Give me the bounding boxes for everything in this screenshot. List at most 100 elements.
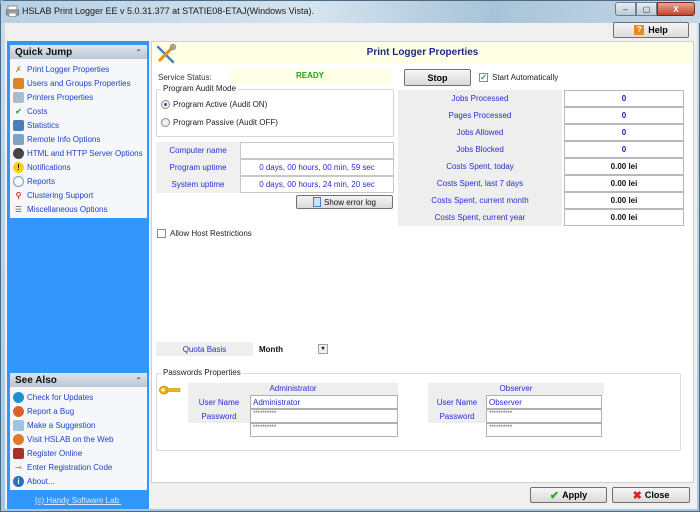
- html-icon: [13, 147, 24, 159]
- checkbox-checked-icon[interactable]: ✓: [479, 73, 488, 82]
- sidebar-item-print-logger-properties[interactable]: ✗ Print Logger Properties: [13, 62, 147, 76]
- admin-password-input[interactable]: **********: [250, 409, 398, 423]
- see-also-report-a-bug[interactable]: Report a Bug: [13, 404, 147, 418]
- clustering-icon: ⚲: [15, 190, 22, 200]
- costs-check-icon: ✔: [15, 106, 22, 116]
- stat-label: Costs Spent, current month: [398, 192, 562, 209]
- stat-row: Jobs Processed 0: [398, 90, 685, 107]
- see-also-visit-hslab-web[interactable]: Visit HSLAB on the Web: [13, 432, 147, 446]
- quick-jump-header[interactable]: Quick Jump ⌃: [10, 45, 147, 59]
- show-error-log-label: Show error log: [323, 197, 377, 207]
- document-icon: [312, 197, 321, 207]
- program-uptime-value: 0 days, 00 hours, 00 min, 59 sec: [240, 159, 394, 176]
- printer-app-icon: [6, 5, 19, 17]
- misc-icon: ☰: [14, 204, 23, 214]
- close-button[interactable]: ✖ Close: [612, 487, 690, 503]
- sidebar-item-reports[interactable]: Reports: [13, 174, 147, 188]
- see-also-header[interactable]: See Also ⌃: [10, 373, 147, 387]
- apply-label: Apply: [562, 490, 588, 500]
- sidebar-item-label: HTML and HTTP Server Options: [27, 148, 143, 158]
- blank-label: [428, 423, 486, 437]
- app-window: HSLAB Print Logger EE v 5.0.31.377 at ST…: [0, 0, 700, 512]
- observer-header: Observer: [428, 383, 604, 395]
- apply-button[interactable]: ✔ Apply: [530, 487, 607, 503]
- chevron-down-icon[interactable]: ▾: [318, 344, 328, 354]
- toolbar: ? Help: [5, 22, 697, 39]
- quick-jump-panel: Quick Jump ⌃ ✗ Print Logger Properties Us…: [10, 45, 147, 218]
- radio-selected[interactable]: [161, 100, 170, 109]
- stat-label: Costs Spent, current year: [398, 209, 562, 226]
- password-label: Password: [428, 409, 486, 423]
- jobs-allowed-value: 0: [564, 124, 684, 141]
- stop-button[interactable]: Stop: [404, 69, 471, 86]
- observer-password-input[interactable]: **********: [486, 409, 602, 423]
- sidebar-item-label: Reports: [27, 176, 56, 186]
- administrator-header: Administrator: [188, 383, 398, 395]
- tools-icon: ✗: [15, 64, 22, 74]
- info-row-computer-name: Computer name: [156, 142, 394, 159]
- see-also-label: Enter Registration Code: [27, 462, 113, 472]
- window-close-button[interactable]: X: [657, 2, 695, 16]
- admin-password-confirm-input[interactable]: **********: [250, 423, 398, 437]
- sidebar-item-html-http-server[interactable]: HTML and HTTP Server Options: [13, 146, 147, 160]
- stat-row: Costs Spent, current year 0.00 lei: [398, 209, 685, 226]
- register-icon: [13, 447, 24, 459]
- help-icon: ?: [634, 25, 645, 35]
- start-automatically-label: Start Automatically: [492, 73, 559, 82]
- quota-basis-select[interactable]: Month ▾: [253, 342, 330, 356]
- see-also-about[interactable]: i About...: [13, 474, 147, 488]
- sidebar-item-printers-properties[interactable]: Printers Properties: [13, 90, 147, 104]
- observer-username-input[interactable]: Observer: [486, 395, 602, 409]
- see-also-check-for-updates[interactable]: Check for Updates: [13, 390, 147, 404]
- see-also-list: Check for Updates Report a Bug Make a Su…: [10, 387, 147, 490]
- stat-label: Costs Spent, today: [398, 158, 562, 175]
- sidebar-item-users-and-groups[interactable]: Users and Groups Properties: [13, 76, 147, 90]
- user-name-label: User Name: [188, 395, 250, 409]
- sidebar-item-label: Costs: [27, 106, 48, 116]
- title-bar[interactable]: HSLAB Print Logger EE v 5.0.31.377 at ST…: [1, 1, 700, 23]
- info-row-program-uptime: Program uptime 0 days, 00 hours, 00 min,…: [156, 159, 394, 176]
- costs-year-value: 0.00 lei: [564, 209, 684, 226]
- allow-host-restrictions-label: Allow Host Restrictions: [170, 229, 252, 238]
- quota-basis-label: Quota Basis: [156, 342, 253, 356]
- help-button[interactable]: ? Help: [613, 22, 689, 38]
- see-also-label: Make a Suggestion: [27, 420, 96, 430]
- blank-label: [188, 423, 250, 437]
- globe-icon: [13, 391, 24, 403]
- quick-jump-list: ✗ Print Logger Properties Users and Group…: [10, 59, 147, 218]
- audit-passive-radio[interactable]: Program Passive (Audit OFF): [161, 118, 278, 127]
- see-also-register-online[interactable]: Register Online: [13, 446, 147, 460]
- costs-today-value: 0.00 lei: [564, 158, 684, 175]
- radio-unselected[interactable]: [161, 118, 170, 127]
- show-error-log-button[interactable]: Show error log: [296, 195, 393, 209]
- warning-icon: !: [13, 161, 24, 173]
- web-icon: [13, 433, 24, 445]
- sidebar-item-statistics[interactable]: Statistics: [13, 118, 147, 132]
- audit-mode-legend: Program Audit Mode: [161, 84, 238, 93]
- sidebar-item-notifications[interactable]: ! Notifications: [13, 160, 147, 174]
- minimize-button[interactable]: –: [615, 2, 636, 16]
- stat-row: Pages Processed 0: [398, 107, 685, 124]
- sidebar-item-label: Statistics: [27, 120, 60, 130]
- collapse-icon[interactable]: ⌃: [135, 48, 142, 57]
- audit-active-radio[interactable]: Program Active (Audit ON): [161, 100, 267, 109]
- sidebar-item-miscellaneous-options[interactable]: ☰ Miscellaneous Options: [13, 202, 147, 216]
- see-also-make-a-suggestion[interactable]: Make a Suggestion: [13, 418, 147, 432]
- check-icon: ✔: [549, 489, 560, 502]
- start-automatically-checkbox[interactable]: ✓ Start Automatically: [479, 73, 558, 82]
- sidebar-item-remote-info-options[interactable]: Remote Info Options: [13, 132, 147, 146]
- copyright-link[interactable]: (c) Handy Software Lab.: [7, 496, 149, 505]
- maximize-button[interactable]: ▢: [636, 2, 657, 16]
- admin-username-input[interactable]: Administrator: [250, 395, 398, 409]
- info-label: Computer name: [156, 142, 240, 159]
- reports-icon: [13, 175, 24, 187]
- observer-password-confirm-input[interactable]: **********: [486, 423, 602, 437]
- see-also-enter-registration-code[interactable]: ⊸ Enter Registration Code: [13, 460, 147, 474]
- allow-host-restrictions-checkbox[interactable]: Allow Host Restrictions: [157, 229, 252, 238]
- service-status-value: READY: [230, 69, 390, 83]
- sidebar-item-clustering-support[interactable]: ⚲ Clustering Support: [13, 188, 147, 202]
- collapse-icon[interactable]: ⌃: [135, 376, 142, 385]
- sidebar-item-costs[interactable]: ✔ Costs: [13, 104, 147, 118]
- main-panel: Print Logger Properties Service Status: …: [151, 41, 694, 483]
- checkbox-unchecked[interactable]: [157, 229, 166, 238]
